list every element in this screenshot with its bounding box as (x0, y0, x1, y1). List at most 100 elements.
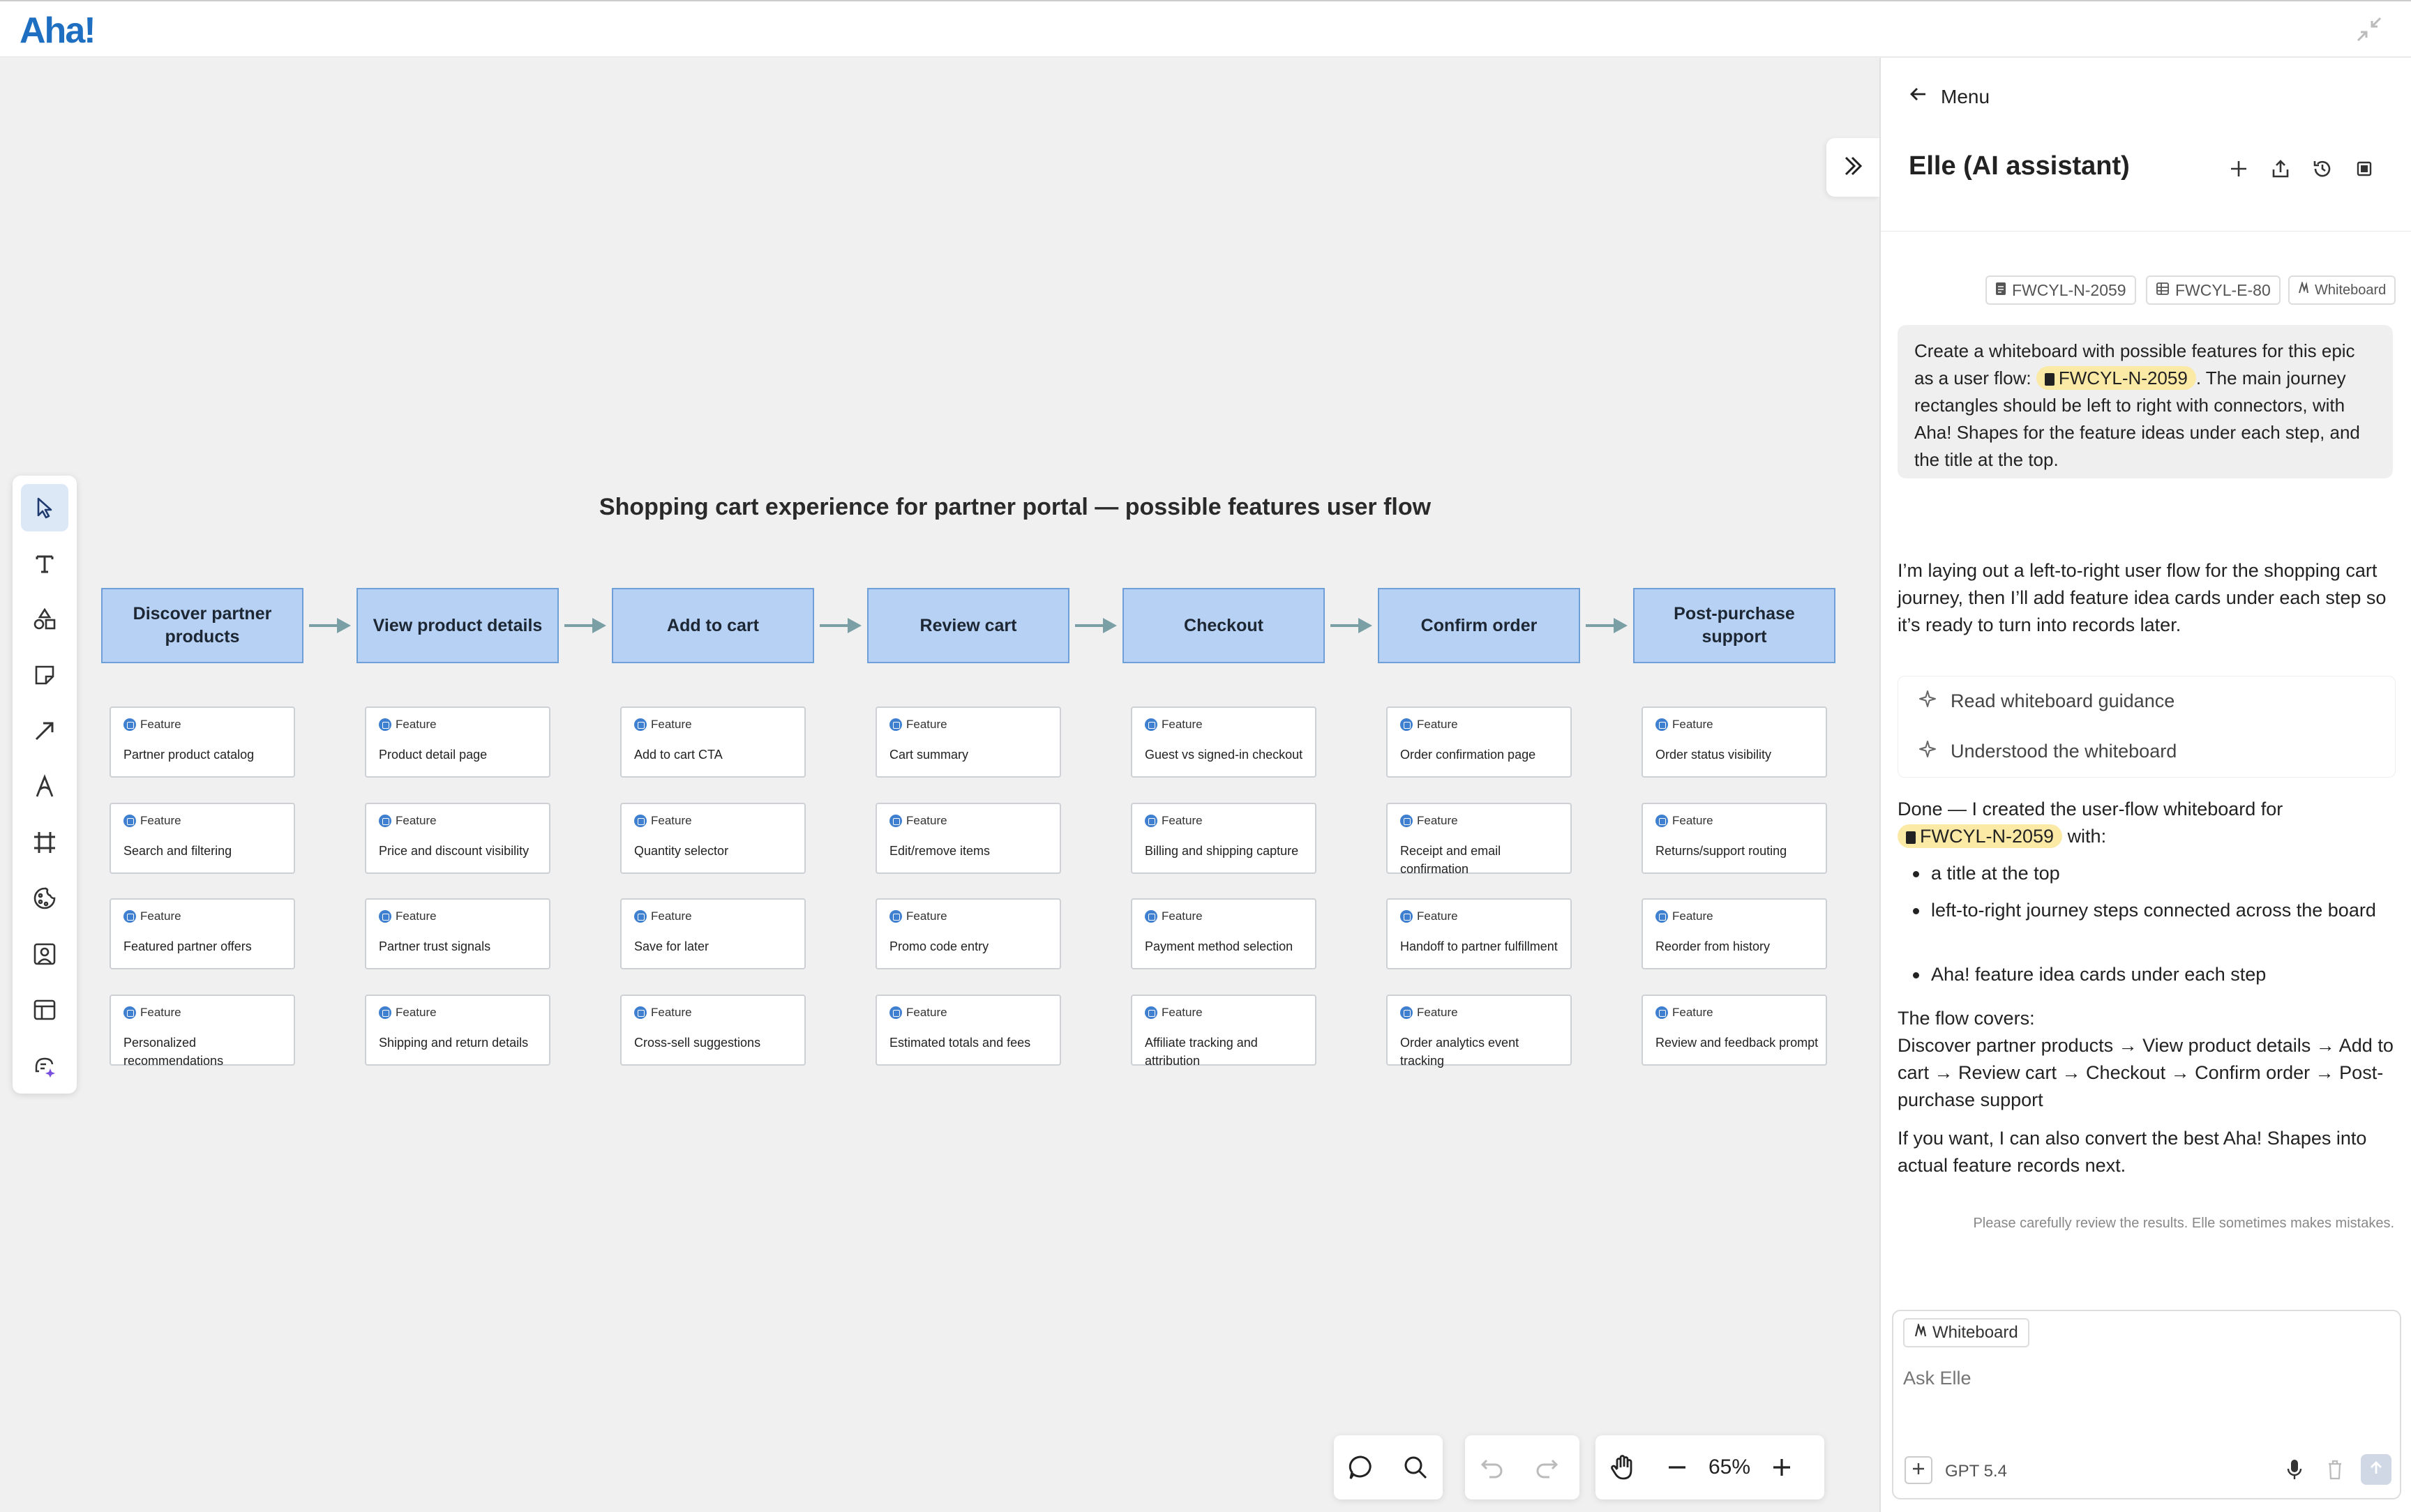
record-reference[interactable]: FWCYL-N-2059 (2036, 366, 2196, 390)
feature-badge: Feature (634, 909, 692, 923)
work-step[interactable]: Read whiteboard guidance (1898, 679, 2396, 723)
zoom-level[interactable]: 65% (1704, 1456, 1755, 1479)
journey-step[interactable]: Add to cart (612, 588, 814, 663)
feature-badge: Feature (1400, 1006, 1458, 1020)
assistant-offer: If you want, I can also convert the best… (1898, 1128, 2367, 1176)
attach-button[interactable] (1905, 1456, 1932, 1484)
feature-icon (634, 718, 647, 731)
feature-card[interactable]: Feature Returns/support routing (1642, 803, 1827, 874)
hand-pan-icon[interactable] (1595, 1440, 1650, 1495)
journey-step[interactable]: Checkout (1122, 588, 1325, 663)
zoom-out-icon[interactable] (1650, 1440, 1704, 1495)
connector-arrowhead (592, 618, 606, 633)
feature-card[interactable]: Feature Guest vs signed-in checkout (1131, 706, 1316, 778)
expand-panel-button[interactable] (1826, 138, 1879, 197)
share-icon[interactable] (2266, 154, 2295, 183)
stop-icon[interactable] (2350, 154, 2379, 183)
journey-step[interactable]: Discover partner products (101, 588, 303, 663)
feature-badge-label: Feature (906, 718, 947, 731)
feature-card[interactable]: Feature Review and feedback prompt (1642, 995, 1827, 1066)
context-chip-whiteboard[interactable]: Whiteboard (2288, 275, 2396, 305)
feature-icon (123, 1006, 136, 1019)
feature-badge: Feature (889, 909, 947, 923)
feature-card[interactable]: Feature Order confirmation page (1386, 706, 1572, 778)
work-step[interactable]: Understood the whiteboard (1898, 729, 2396, 773)
connector-arrowhead (848, 618, 862, 633)
new-chat-icon[interactable] (2224, 154, 2253, 183)
journey-step[interactable]: Post-purchase support (1633, 588, 1835, 663)
ask-elle-input[interactable] (1903, 1364, 2384, 1392)
feature-card[interactable]: Feature Featured partner offers (110, 898, 295, 969)
journey-step[interactable]: View product details (356, 588, 559, 663)
undo-icon[interactable] (1465, 1440, 1519, 1495)
feature-badge: Feature (123, 814, 181, 828)
journey-step[interactable]: Review cart (867, 588, 1069, 663)
feature-card-title: Reorder from history (1655, 939, 1771, 953)
feature-card[interactable]: Feature Cross-sell suggestions (620, 995, 806, 1066)
feature-badge-label: Feature (1672, 909, 1713, 923)
feature-card[interactable]: Feature Billing and shipping capture (1131, 803, 1316, 874)
feature-card[interactable]: Feature Reorder from history (1642, 898, 1827, 969)
feature-card[interactable]: Feature Product detail page (365, 706, 550, 778)
menu-back-link[interactable]: Menu (1909, 84, 1990, 109)
comment-icon[interactable] (1334, 1440, 1388, 1495)
feature-card[interactable]: Feature Personalized recommendations (110, 995, 295, 1068)
feature-card-title: Handoff to partner fulfillment (1400, 939, 1558, 953)
feature-icon (1655, 1006, 1668, 1019)
context-chip-note[interactable]: FWCYL-N-2059 (1985, 275, 2136, 305)
feature-card[interactable]: Feature Partner trust signals (365, 898, 550, 969)
feature-badge-label: Feature (1672, 814, 1713, 827)
feature-card[interactable]: Feature Search and filtering (110, 803, 295, 874)
feature-badge: Feature (379, 1006, 437, 1020)
whiteboard-icon (2298, 280, 2309, 298)
feature-card[interactable]: Feature Add to cart CTA (620, 706, 806, 778)
feature-card[interactable]: Feature Order analytics event tracking (1386, 995, 1572, 1068)
context-chip-epic[interactable]: FWCYL-E-80 (2146, 275, 2281, 305)
feature-badge-label: Feature (396, 718, 437, 731)
chip-label: Whiteboard (2315, 282, 2387, 298)
feature-card[interactable]: Feature Order status visibility (1642, 706, 1827, 778)
feature-card-title: Review and feedback prompt (1655, 1036, 1819, 1050)
feature-card[interactable]: Feature Save for later (620, 898, 806, 969)
feature-badge-label: Feature (651, 909, 692, 923)
feature-badge: Feature (379, 814, 437, 828)
zoom-controls: 65% (1595, 1435, 1824, 1499)
feature-badge: Feature (1655, 718, 1713, 732)
feature-card[interactable]: Feature Quantity selector (620, 803, 806, 874)
feature-card[interactable]: Feature Receipt and email confirmation (1386, 803, 1572, 876)
clear-icon[interactable] (2324, 1458, 2345, 1485)
feature-card[interactable]: Feature Payment method selection (1131, 898, 1316, 969)
feature-card[interactable]: Feature Partner product catalog (110, 706, 295, 778)
canvas-controls (1334, 1435, 1443, 1499)
feature-card-title: Save for later (634, 939, 709, 953)
feature-badge: Feature (1655, 1006, 1713, 1020)
ai-assistant-panel: Menu Elle (AI assistant) FWCYL-N-2059 FW… (1879, 58, 2411, 1512)
feature-card-title: Cart summary (889, 748, 969, 762)
microphone-icon[interactable] (2284, 1458, 2305, 1485)
history-icon[interactable] (2308, 154, 2337, 183)
feature-badge-label: Feature (1672, 1006, 1713, 1019)
feature-card[interactable]: Feature Estimated totals and fees (876, 995, 1061, 1066)
search-icon[interactable] (1388, 1440, 1443, 1495)
feature-card[interactable]: Feature Shipping and return details (365, 995, 550, 1066)
feature-card[interactable]: Feature Cart summary (876, 706, 1061, 778)
feature-badge-label: Feature (1417, 909, 1458, 923)
feature-card[interactable]: Feature Affiliate tracking and attributio… (1131, 995, 1316, 1068)
model-selector[interactable]: GPT 5.4 (1945, 1462, 2007, 1481)
feature-card-title: Partner trust signals (379, 939, 491, 953)
collapse-icon[interactable] (2354, 14, 2384, 45)
feature-badge-label: Feature (396, 814, 437, 827)
sparkle-icon (1918, 690, 1937, 713)
feature-card[interactable]: Feature Handoff to partner fulfillment (1386, 898, 1572, 969)
feature-card[interactable]: Feature Promo code entry (876, 898, 1061, 969)
feature-card[interactable]: Feature Edit/remove items (876, 803, 1061, 874)
zoom-in-icon[interactable] (1755, 1440, 1809, 1495)
feature-badge: Feature (379, 718, 437, 732)
feature-card[interactable]: Feature Price and discount visibility (365, 803, 550, 874)
composer-context-chip[interactable]: Whiteboard (1903, 1318, 2029, 1347)
send-button[interactable] (2361, 1454, 2391, 1485)
feature-icon (634, 815, 647, 827)
journey-step[interactable]: Confirm order (1378, 588, 1580, 663)
record-reference[interactable]: FWCYL-N-2059 (1898, 824, 2063, 848)
redo-icon[interactable] (1519, 1440, 1574, 1495)
